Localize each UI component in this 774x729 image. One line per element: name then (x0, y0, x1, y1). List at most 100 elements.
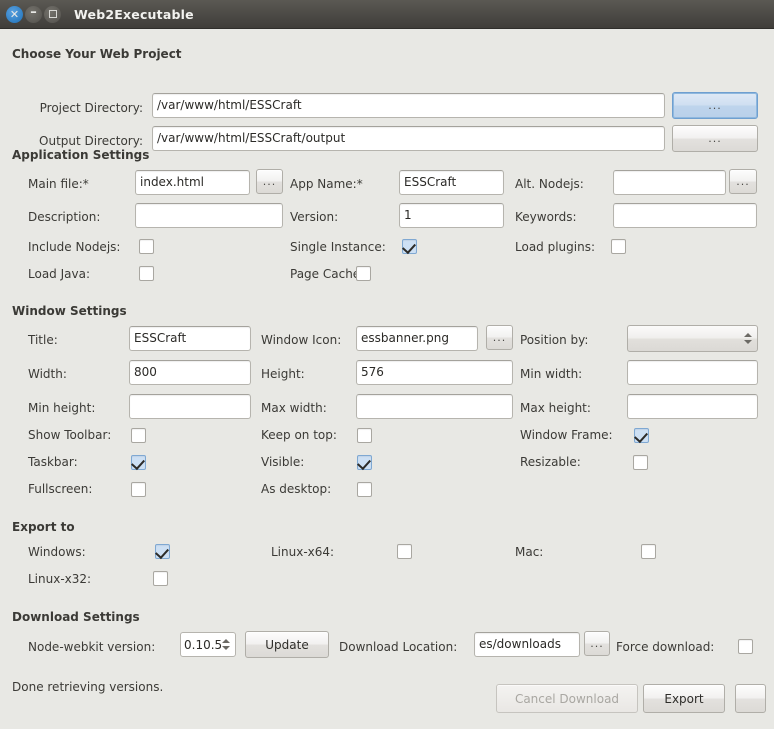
extra-button[interactable] (735, 684, 766, 713)
load-java-label: Load Java: (28, 267, 90, 281)
version-input[interactable]: 1 (399, 203, 504, 228)
min-height-input[interactable] (129, 394, 251, 419)
window-icon-label: Window Icon: (261, 333, 342, 347)
keep-on-top-label: Keep on top: (261, 428, 337, 442)
max-width-label: Max width: (261, 401, 327, 415)
window-body: Choose Your Web Project Project Director… (0, 29, 774, 729)
visible-checkbox[interactable] (357, 455, 372, 470)
resizable-label: Resizable: (520, 455, 581, 469)
load-plugins-label: Load plugins: (515, 240, 596, 254)
window-icon-input[interactable]: essbanner.png (356, 326, 478, 351)
maximize-icon[interactable] (44, 5, 61, 23)
show-toolbar-label: Show Toolbar: (28, 428, 112, 442)
project-directory-label: Project Directory: (39, 101, 143, 115)
title-input[interactable]: ESSCraft (129, 326, 251, 351)
single-instance-checkbox[interactable] (402, 239, 417, 254)
force-download-checkbox[interactable] (738, 639, 753, 654)
linux-x64-label: Linux-x64: (271, 545, 335, 559)
alt-nodejs-input[interactable] (613, 170, 726, 195)
as-desktop-checkbox[interactable] (357, 482, 372, 497)
ellipsis-icon: ... (708, 98, 722, 112)
page-cache-checkbox[interactable] (356, 266, 371, 281)
taskbar-label: Taskbar: (28, 455, 78, 469)
max-height-input[interactable] (627, 394, 758, 419)
width-input[interactable]: 800 (129, 360, 251, 385)
keywords-input[interactable] (613, 203, 757, 228)
alt-nodejs-label: Alt. Nodejs: (515, 177, 584, 191)
download-location-browse-button[interactable]: ... (584, 631, 610, 656)
windows-label: Windows: (28, 545, 86, 559)
keep-on-top-checkbox[interactable] (357, 428, 372, 443)
width-label: Width: (28, 367, 67, 381)
include-nodejs-label: Include Nodejs: (28, 240, 121, 254)
resizable-checkbox[interactable] (633, 455, 648, 470)
section-header-application: Application Settings (12, 148, 150, 162)
description-input[interactable] (135, 203, 283, 228)
ellipsis-icon: ... (590, 636, 604, 650)
window-frame-label: Window Frame: (520, 428, 613, 442)
window-icon-browse-button[interactable]: ... (486, 325, 513, 350)
alt-nodejs-browse-button[interactable]: ... (729, 169, 757, 194)
fullscreen-label: Fullscreen: (28, 482, 93, 496)
node-webkit-version-value: 0.10.5 (184, 637, 222, 652)
spinner-arrows-icon[interactable] (222, 639, 230, 650)
window-controls: ✕ – (6, 5, 61, 23)
minimize-icon[interactable]: – (25, 5, 42, 23)
taskbar-checkbox[interactable] (131, 455, 146, 470)
update-button-label: Update (265, 637, 309, 652)
linux-x64-checkbox[interactable] (397, 544, 412, 559)
app-name-label: App Name:* (290, 177, 363, 191)
output-directory-label: Output Directory: (39, 134, 143, 148)
title-bar: ✕ – Web2Executable (0, 0, 774, 29)
export-button[interactable]: Export (643, 684, 725, 713)
spinner-arrows-icon[interactable] (744, 333, 752, 344)
update-button[interactable]: Update (245, 631, 329, 658)
version-label: Version: (290, 210, 339, 224)
mac-label: Mac: (515, 545, 544, 559)
min-width-input[interactable] (627, 360, 758, 385)
fullscreen-checkbox[interactable] (131, 482, 146, 497)
main-file-input[interactable]: index.html (135, 170, 250, 195)
description-label: Description: (28, 210, 101, 224)
project-directory-input[interactable]: /var/www/html/ESSCraft (152, 93, 665, 118)
output-directory-browse-button[interactable]: ... (672, 125, 758, 152)
node-webkit-version-spinner[interactable]: 0.10.5 (180, 632, 236, 657)
project-directory-browse-button[interactable]: ... (672, 92, 758, 119)
title-label: Title: (28, 333, 58, 347)
cancel-download-button[interactable]: Cancel Download (496, 684, 638, 713)
single-instance-label: Single Instance: (290, 240, 386, 254)
main-file-label: Main file:* (28, 177, 89, 191)
windows-checkbox[interactable] (155, 544, 170, 559)
page-cache-label: Page Cache: (290, 267, 365, 281)
max-height-label: Max height: (520, 401, 591, 415)
linux-x32-checkbox[interactable] (153, 571, 168, 586)
load-plugins-checkbox[interactable] (611, 239, 626, 254)
show-toolbar-checkbox[interactable] (131, 428, 146, 443)
output-directory-input[interactable]: /var/www/html/ESSCraft/output (152, 126, 665, 151)
visible-label: Visible: (261, 455, 305, 469)
node-webkit-version-label: Node-webkit version: (28, 640, 156, 654)
min-width-label: Min width: (520, 367, 583, 381)
position-by-spinner[interactable] (627, 325, 758, 352)
position-by-label: Position by: (520, 333, 589, 347)
ellipsis-icon: ... (736, 174, 750, 188)
ellipsis-icon: ... (492, 330, 507, 344)
height-input[interactable]: 576 (356, 360, 513, 385)
mac-checkbox[interactable] (641, 544, 656, 559)
main-file-browse-button[interactable]: ... (256, 169, 283, 194)
section-header-project: Choose Your Web Project (12, 47, 182, 61)
download-location-label: Download Location: (339, 640, 458, 654)
ellipsis-icon: ... (262, 174, 277, 188)
application-window: ✕ – Web2Executable Choose Your Web Proje… (0, 0, 774, 729)
close-icon[interactable]: ✕ (6, 5, 23, 23)
load-java-checkbox[interactable] (139, 266, 154, 281)
app-name-input[interactable]: ESSCraft (399, 170, 504, 195)
cancel-download-label: Cancel Download (514, 691, 620, 706)
include-nodejs-checkbox[interactable] (139, 239, 154, 254)
window-frame-checkbox[interactable] (634, 428, 649, 443)
download-location-input[interactable]: es/downloads (474, 632, 580, 657)
section-header-download: Download Settings (12, 610, 140, 624)
max-width-input[interactable] (356, 394, 513, 419)
ellipsis-icon: ... (708, 131, 722, 145)
as-desktop-label: As desktop: (261, 482, 332, 496)
